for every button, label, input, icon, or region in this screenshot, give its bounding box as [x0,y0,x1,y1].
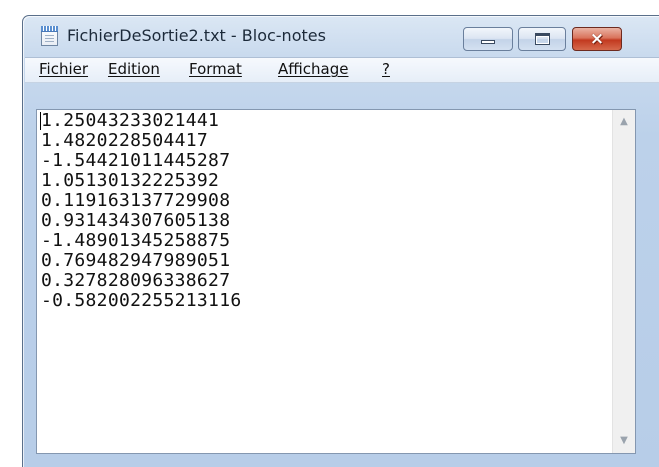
text-line: 1.4820228504417 [41,130,209,151]
menu-format[interactable]: Format [189,60,242,78]
menu-edition[interactable]: Edition [108,60,160,78]
window-title: FichierDeSortie2.txt - Bloc-notes [67,26,326,45]
text-line: 1.25043233021441 [41,110,220,131]
maximize-icon [535,33,550,45]
maximize-button[interactable] [518,27,566,51]
text-editor[interactable]: 1.25043233021441 1.4820228504417 -1.5442… [36,109,636,454]
scroll-up-icon[interactable]: ▲ [613,112,635,132]
menu-help[interactable]: ? [382,60,390,78]
minimize-icon [481,40,495,44]
menu-affichage[interactable]: Affichage [278,60,348,78]
text-line: 0.119163137729908 [41,190,231,211]
vertical-scrollbar[interactable]: ▲ ▼ [612,110,635,453]
text-line: -1.48901345258875 [41,230,231,251]
editor-content[interactable]: 1.25043233021441 1.4820228504417 -1.5442… [41,111,610,453]
menu-bar: Fichier Edition Format Affichage ? [25,57,659,83]
menu-fichier[interactable]: Fichier [39,60,88,78]
close-icon: × [589,29,605,49]
text-line: -1.54421011445287 [41,150,231,171]
title-bar[interactable]: FichierDeSortie2.txt - Bloc-notes × [23,16,659,56]
text-line: 0.931434307605138 [41,210,231,231]
text-line: 1.05130132225392 [41,170,220,191]
text-line: 0.327828096338627 [41,270,231,291]
scroll-down-icon[interactable]: ▼ [613,431,635,451]
notepad-window: FichierDeSortie2.txt - Bloc-notes × Fich… [22,15,659,467]
close-button[interactable]: × [572,27,622,51]
text-line: 0.769482947989051 [41,250,231,271]
notepad-icon[interactable] [41,26,58,46]
minimize-button[interactable] [463,27,513,51]
text-line: -0.582002255213116 [41,290,242,311]
